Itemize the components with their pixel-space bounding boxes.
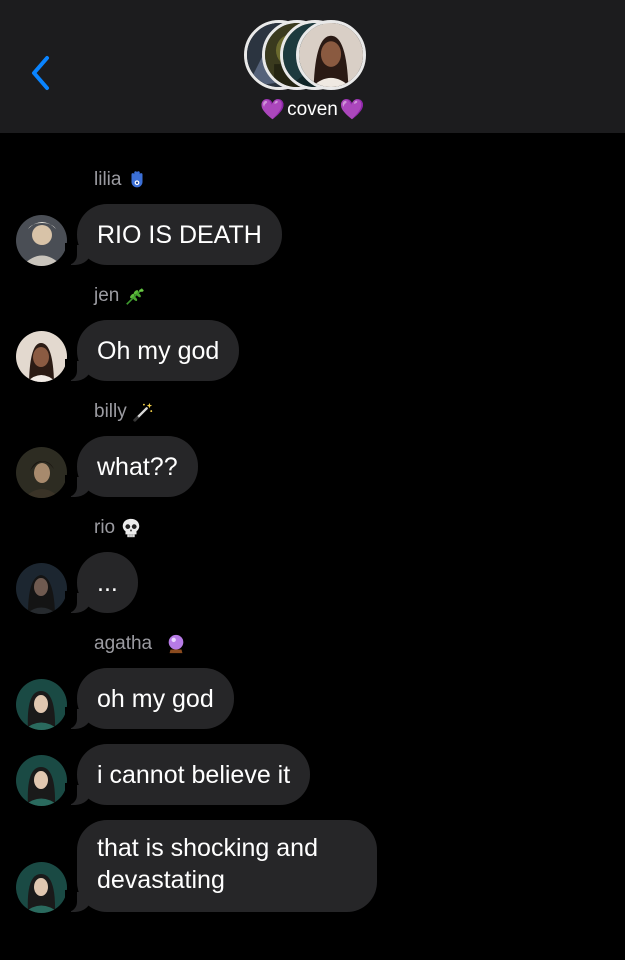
message-text: i cannot believe it — [97, 760, 291, 789]
message-text: what?? — [97, 452, 178, 481]
avatar-billy[interactable] — [16, 447, 67, 498]
purple-heart-icon: 💜 — [339, 99, 365, 121]
group-name-label: coven — [287, 99, 338, 120]
message-text: ... — [97, 568, 118, 597]
avatar-agatha[interactable] — [16, 862, 67, 913]
sender-name: agatha — [94, 632, 188, 656]
message-text: Oh my god — [97, 336, 220, 365]
chevron-left-icon — [32, 56, 49, 90]
message-bubble[interactable]: Oh my god — [64, 320, 240, 381]
sender-name: jen — [94, 284, 147, 308]
message-bubble[interactable]: oh my god — [65, 668, 234, 729]
message-bubble[interactable]: RIO IS DEATH — [65, 204, 282, 265]
avatar-agatha[interactable] — [16, 755, 67, 806]
avatar-lilia[interactable] — [16, 215, 67, 266]
sender-label: jen — [94, 285, 120, 306]
message-bubble[interactable]: what?? — [65, 436, 198, 497]
group-name[interactable]: 💜 coven 💜 — [0, 99, 625, 121]
message-bubble[interactable]: ... — [65, 552, 138, 613]
sender-name: lilia — [94, 168, 149, 192]
sender-name: rio — [94, 516, 143, 540]
chat-header: 💜 coven 💜 — [0, 0, 625, 133]
sender-name: billy — [94, 400, 155, 424]
hamsa-icon — [125, 168, 149, 192]
group-avatar-stack[interactable] — [244, 20, 384, 92]
message-bubble[interactable]: i cannot believe it — [64, 744, 311, 805]
sender-label: lilia — [94, 169, 122, 190]
crystal-ball-icon — [164, 632, 188, 656]
message-text: RIO IS DEATH — [97, 220, 262, 249]
sender-label: rio — [94, 517, 116, 538]
message-bubble[interactable]: that is shocking and devastating — [65, 820, 377, 912]
sender-label: agatha — [94, 633, 153, 654]
avatar-jen[interactable] — [16, 331, 67, 382]
avatar-rio[interactable] — [16, 563, 67, 614]
herb-icon — [123, 284, 147, 308]
magic-wand-icon — [131, 400, 155, 424]
group-avatar — [296, 20, 366, 90]
back-button[interactable] — [22, 52, 58, 94]
sender-label: billy — [94, 401, 127, 422]
avatar-agatha[interactable] — [16, 679, 67, 730]
message-text: that is shocking and devastating — [97, 834, 318, 894]
message-text: oh my god — [97, 684, 214, 713]
purple-heart-icon: 💜 — [260, 99, 286, 121]
skull-icon — [119, 516, 143, 540]
